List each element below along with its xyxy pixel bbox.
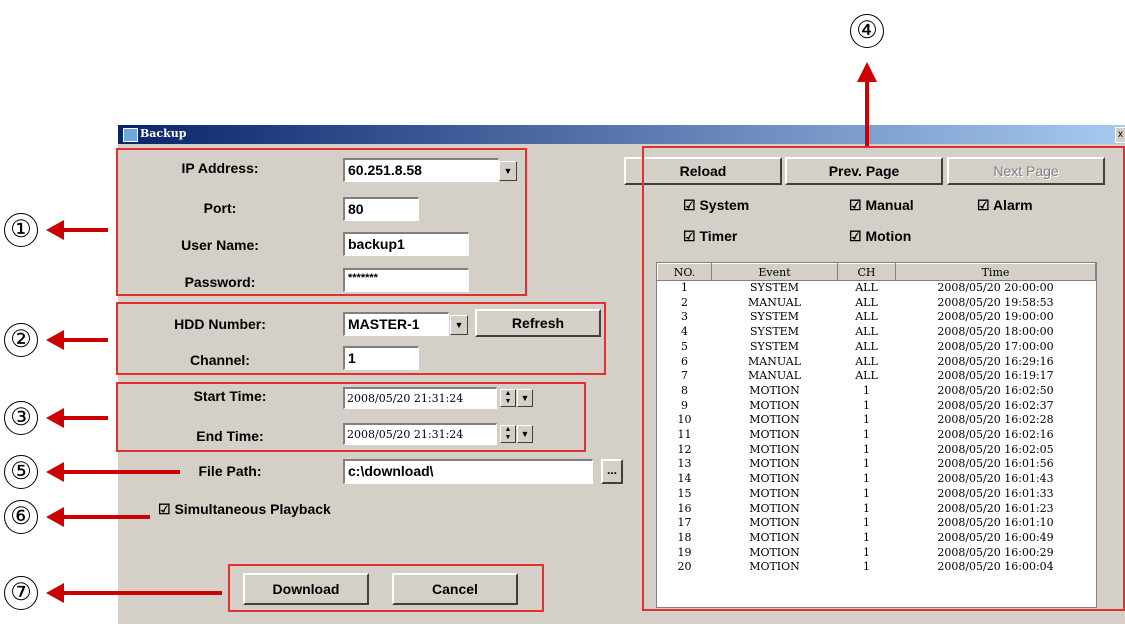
- arrow-5-head: [46, 462, 64, 482]
- arrow-2-head: [46, 330, 64, 350]
- arrow-7-head: [46, 583, 64, 603]
- arrow-3-head: [46, 408, 64, 428]
- annotation-arrows: [46, 62, 877, 603]
- arrow-1-head: [46, 220, 64, 240]
- arrow-4-head: [857, 62, 877, 82]
- arrow-6-head: [46, 507, 64, 527]
